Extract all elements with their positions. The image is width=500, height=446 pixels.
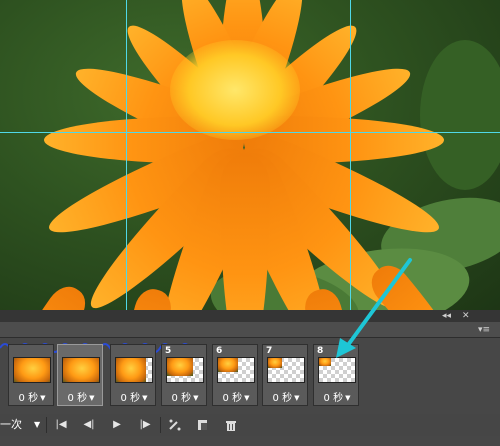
- first-frame-button[interactable]: |◀: [52, 417, 70, 433]
- frame-delay-value: 0 秒: [120, 393, 141, 404]
- frame-delay-value: 0 秒: [323, 393, 344, 404]
- frame-thumbnail: [267, 357, 305, 383]
- frame-delay-select[interactable]: 0 秒 ▼: [164, 389, 206, 404]
- dropdown-arrow-icon: ▼: [244, 394, 250, 402]
- next-frame-button[interactable]: |▶: [136, 417, 154, 433]
- document-canvas[interactable]: [0, 0, 500, 316]
- frame-2[interactable]: 0 秒 ▼: [57, 344, 103, 406]
- play-button[interactable]: ▶: [108, 417, 126, 433]
- background-leaf: [420, 40, 500, 190]
- frame-6[interactable]: 6 0 秒 ▼: [212, 344, 258, 406]
- duplicate-frame-icon[interactable]: [194, 417, 212, 433]
- frame-thumbnail-image: [319, 358, 331, 366]
- dropdown-arrow-icon: ▼: [193, 394, 199, 402]
- frame-number: 5: [165, 346, 172, 356]
- frame-1[interactable]: 0 秒 ▼: [8, 344, 54, 406]
- dropdown-arrow-icon: ▼: [89, 394, 95, 402]
- frame-delay-select[interactable]: 0 秒 ▼: [11, 389, 53, 404]
- frame-delay-select[interactable]: 0 秒 ▼: [215, 389, 257, 404]
- panel-title-bar: ◂◂ ✕: [0, 310, 500, 322]
- frame-thumbnail-image: [116, 358, 146, 382]
- frame-7[interactable]: 7 0 秒 ▼: [262, 344, 308, 406]
- frame-number: 8: [317, 346, 324, 356]
- dropdown-arrow-icon: ▼: [294, 394, 300, 402]
- close-panel-button[interactable]: ✕: [462, 311, 470, 321]
- frame-thumbnail-image: [14, 358, 50, 382]
- frame-thumbnail: [166, 357, 204, 383]
- frame-thumbnail-image: [167, 358, 193, 376]
- loop-dropdown-arrow-icon[interactable]: ▼: [34, 417, 40, 433]
- guide-line-vertical[interactable]: [350, 0, 351, 316]
- frame-number: 6: [216, 346, 223, 356]
- frame-delay-select[interactable]: 0 秒 ▼: [60, 389, 102, 404]
- divider: [46, 417, 47, 433]
- frame-thumbnail-image: [268, 358, 282, 368]
- animation-controls: 一次 ▼ |◀ ◀| ▶ |▶: [0, 414, 500, 436]
- panel-menu-button[interactable]: ▾≡: [478, 325, 490, 335]
- frame-3[interactable]: 0 秒 ▼: [110, 344, 156, 406]
- frame-thumbnail-image: [218, 358, 238, 372]
- frame-strip: 0 秒 ▼ 0 秒 ▼ 0 秒 ▼ 5 0 秒 ▼ 6 0 秒 ▼ 7 0 秒 ▼ 8: [0, 340, 500, 414]
- frame-delay-value: 0 秒: [67, 393, 88, 404]
- dropdown-arrow-icon: ▼: [40, 394, 46, 402]
- frame-delay-select[interactable]: 0 秒 ▼: [265, 389, 307, 404]
- panel-tab-bar: ▾≡: [0, 322, 500, 338]
- frame-delay-value: 0 秒: [18, 393, 39, 404]
- frame-delay-value: 0 秒: [222, 393, 243, 404]
- animation-panel: ◂◂ ✕ ▾≡ 0 秒 ▼ 0 秒 ▼ 0 秒 ▼ 5 0 秒 ▼ 6 0 秒 …: [0, 310, 500, 446]
- frame-5[interactable]: 5 0 秒 ▼: [161, 344, 207, 406]
- guide-line-vertical[interactable]: [126, 0, 127, 316]
- loop-option-label[interactable]: 一次: [0, 417, 22, 433]
- frame-thumbnail: [115, 357, 153, 383]
- frame-thumbnail: [318, 357, 356, 383]
- divider: [160, 417, 161, 433]
- tween-icon[interactable]: [166, 417, 184, 433]
- collapse-panel-button[interactable]: ◂◂: [442, 311, 451, 321]
- frame-delay-value: 0 秒: [272, 393, 293, 404]
- frame-8[interactable]: 8 0 秒 ▼: [313, 344, 359, 406]
- frame-thumbnail: [62, 357, 100, 383]
- frame-delay-select[interactable]: 0 秒 ▼: [113, 389, 155, 404]
- dropdown-arrow-icon: ▼: [345, 394, 351, 402]
- petal: [220, 155, 270, 316]
- frame-delay-select[interactable]: 0 秒 ▼: [316, 389, 358, 404]
- flower-center: [170, 40, 300, 140]
- trash-icon[interactable]: [222, 417, 240, 433]
- frame-thumbnail: [13, 357, 51, 383]
- previous-frame-button[interactable]: ◀|: [80, 417, 98, 433]
- frame-delay-value: 0 秒: [171, 393, 192, 404]
- frame-number: 7: [266, 346, 273, 356]
- frame-thumbnail: [217, 357, 255, 383]
- dropdown-arrow-icon: ▼: [142, 394, 148, 402]
- guide-line-horizontal[interactable]: [0, 132, 500, 133]
- frame-thumbnail-image: [63, 358, 99, 382]
